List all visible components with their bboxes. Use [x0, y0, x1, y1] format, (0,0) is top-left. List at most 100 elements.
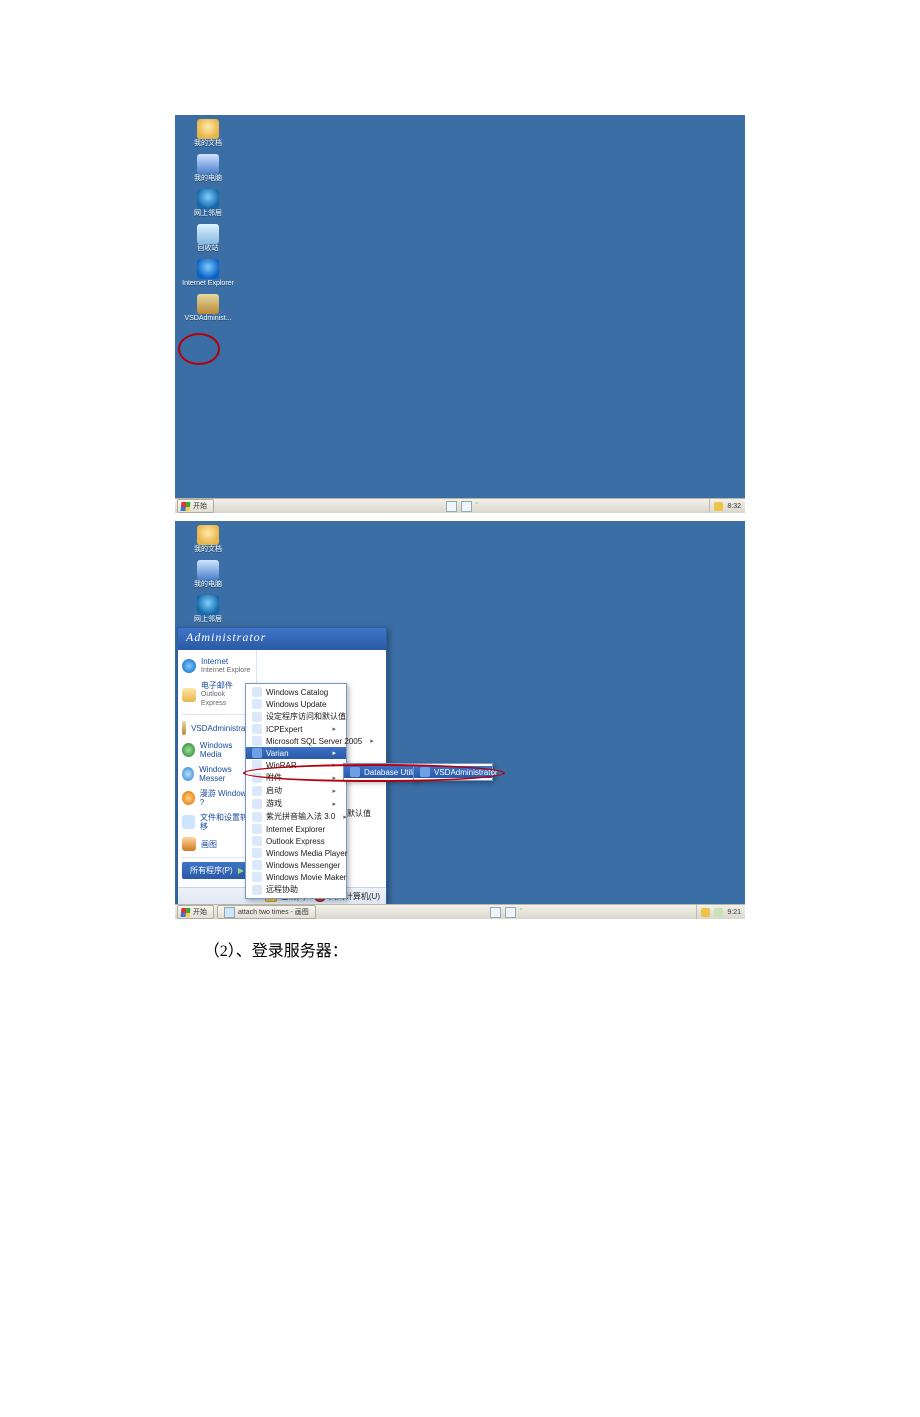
screenshot-2: 我的文档 我的电脑 网上邻居 回收站 Administrator — [175, 521, 745, 919]
vsd-app-icon — [197, 294, 219, 314]
menu-item[interactable]: VSDAdministrator — [414, 766, 492, 778]
network-places-icon[interactable]: 网上邻居 — [181, 189, 235, 218]
folder-icon — [197, 119, 219, 139]
menu-item[interactable]: Varian▸ — [246, 747, 346, 759]
vsdadministrator-icon[interactable]: VSDAdminist... — [181, 294, 235, 323]
quicklaunch-chevron[interactable]: ˆ — [520, 909, 522, 916]
bin-icon — [197, 224, 219, 244]
tray-icon[interactable] — [701, 908, 710, 917]
quicklaunch-item[interactable] — [446, 501, 457, 512]
my-documents-icon[interactable]: 我的文档 — [181, 525, 235, 554]
program-icon — [252, 885, 262, 895]
item-label: 画图 — [201, 840, 217, 849]
menu-item[interactable]: ICPExpert▸ — [246, 723, 346, 735]
program-icon — [252, 773, 262, 783]
menu-item-label: VSDAdministrator — [434, 768, 498, 777]
pinned-sub: Internet Explore — [201, 666, 250, 675]
quicklaunch: ˆ — [490, 907, 522, 918]
step-caption: （2）、登录服务器： — [175, 937, 745, 961]
program-icon — [252, 786, 262, 796]
menu-item[interactable]: 紫光拼音输入法 3.0▸ — [246, 810, 346, 823]
icon-label: 网上邻居 — [181, 616, 235, 624]
menu-item[interactable]: Microsoft SQL Server 2005▸ — [246, 735, 346, 747]
submenu-varian: Database Utilities▸ — [343, 763, 417, 781]
tray-icon[interactable] — [714, 502, 723, 511]
menu-item[interactable]: Windows Catalog — [246, 686, 346, 698]
program-icon — [420, 767, 430, 777]
clock: 9:21 — [727, 909, 741, 916]
windows-logo-icon — [181, 908, 191, 917]
menu-item[interactable]: Database Utilities▸ — [344, 766, 416, 778]
computer-icon — [197, 154, 219, 174]
chevron-right-icon: ▸ — [332, 787, 336, 795]
program-icon — [252, 799, 262, 809]
taskbar-app-paint[interactable]: attach two times - 画图 — [217, 905, 316, 919]
tray-icon[interactable] — [714, 908, 723, 917]
all-programs-label: 所有程序(P) — [190, 866, 233, 875]
taskbar: 开始 ˆ 8:32 — [175, 498, 745, 513]
windows-logo-icon — [181, 502, 191, 511]
menu-item[interactable]: 游戏▸ — [246, 797, 346, 810]
pinned-title: Internet — [201, 657, 250, 666]
recycle-bin-icon[interactable]: 回收站 — [181, 224, 235, 253]
clock: 8:32 — [727, 503, 741, 510]
wmp-icon — [182, 743, 195, 757]
program-icon — [252, 824, 262, 834]
quicklaunch-item[interactable] — [461, 501, 472, 512]
menu-item-label: WinRAR — [266, 761, 297, 770]
menu-item[interactable]: 设定程序访问和默认值 — [246, 710, 346, 723]
desktop-icons: 我的文档 我的电脑 网上邻居 回收站 Internet Explorer — [181, 119, 235, 329]
menu-item[interactable]: Windows Movie Maker — [246, 871, 346, 883]
screenshot-1: 我的文档 我的电脑 网上邻居 回收站 Internet Explorer — [175, 115, 745, 513]
menu-item[interactable]: Windows Media Player — [246, 847, 346, 859]
chevron-right-icon: ▸ — [332, 761, 336, 769]
all-programs-button[interactable]: 所有程序(P) ▶ — [182, 862, 252, 879]
menu-item-label: Varian — [266, 749, 289, 758]
my-computer-icon[interactable]: 我的电脑 — [181, 560, 235, 589]
start-button[interactable]: 开始 — [177, 499, 214, 513]
menu-item-label: Outlook Express — [266, 837, 325, 846]
menu-item[interactable]: 附件▸ — [246, 771, 346, 784]
taskbar: 开始 attach two times - 画图 ˆ 9:21 — [175, 904, 745, 919]
my-computer-icon[interactable]: 我的电脑 — [181, 154, 235, 183]
quicklaunch-item[interactable] — [505, 907, 516, 918]
program-icon — [252, 848, 262, 858]
program-icon — [252, 712, 262, 722]
submenu-all-programs: Windows CatalogWindows Update设定程序访问和默认值I… — [245, 683, 347, 899]
tour-icon — [182, 791, 195, 805]
menu-item-label: 启动 — [266, 785, 282, 796]
quicklaunch: ˆ — [446, 501, 478, 512]
internet-explorer-icon[interactable]: Internet Explorer — [181, 259, 235, 288]
pinned-internet[interactable]: Internet Internet Explore — [178, 654, 256, 678]
menu-item-label: 附件 — [266, 772, 282, 783]
menu-item-label: 远程协助 — [266, 884, 298, 895]
menu-item-label: ICPExpert — [266, 725, 302, 734]
network-places-icon[interactable]: 网上邻居 — [181, 595, 235, 624]
quicklaunch-chevron[interactable]: ˆ — [476, 503, 478, 510]
my-documents-icon[interactable]: 我的文档 — [181, 119, 235, 148]
icon-label: 我的文档 — [181, 140, 235, 148]
menu-item[interactable]: 启动 ▸ — [246, 784, 346, 797]
menu-item[interactable]: Outlook Express — [246, 835, 346, 847]
start-button[interactable]: 开始 — [177, 905, 214, 919]
program-icon — [252, 736, 262, 746]
menu-item[interactable]: 远程协助 — [246, 883, 346, 896]
menu-item[interactable]: Windows Messenger — [246, 859, 346, 871]
item-label: VSDAdministrato — [191, 724, 252, 733]
mail-icon — [182, 688, 196, 702]
menu-item-label: Windows Messenger — [266, 861, 340, 870]
menu-item[interactable]: Internet Explorer — [246, 823, 346, 835]
menu-item-label: Windows Movie Maker — [266, 873, 346, 882]
menu-item-label: Windows Catalog — [266, 688, 328, 697]
chevron-right-icon: ▸ — [370, 737, 374, 745]
quicklaunch-item[interactable] — [490, 907, 501, 918]
separator — [182, 714, 252, 715]
system-tray: 9:21 — [696, 905, 745, 919]
menu-item[interactable]: WinRAR ▸ — [246, 759, 346, 771]
menu-item-label: Microsoft SQL Server 2005 — [266, 737, 362, 746]
program-icon — [252, 699, 262, 709]
ie-icon — [197, 259, 219, 279]
icon-label: 我的电脑 — [181, 175, 235, 183]
menu-item[interactable]: Windows Update — [246, 698, 346, 710]
icon-label: 我的电脑 — [181, 581, 235, 589]
